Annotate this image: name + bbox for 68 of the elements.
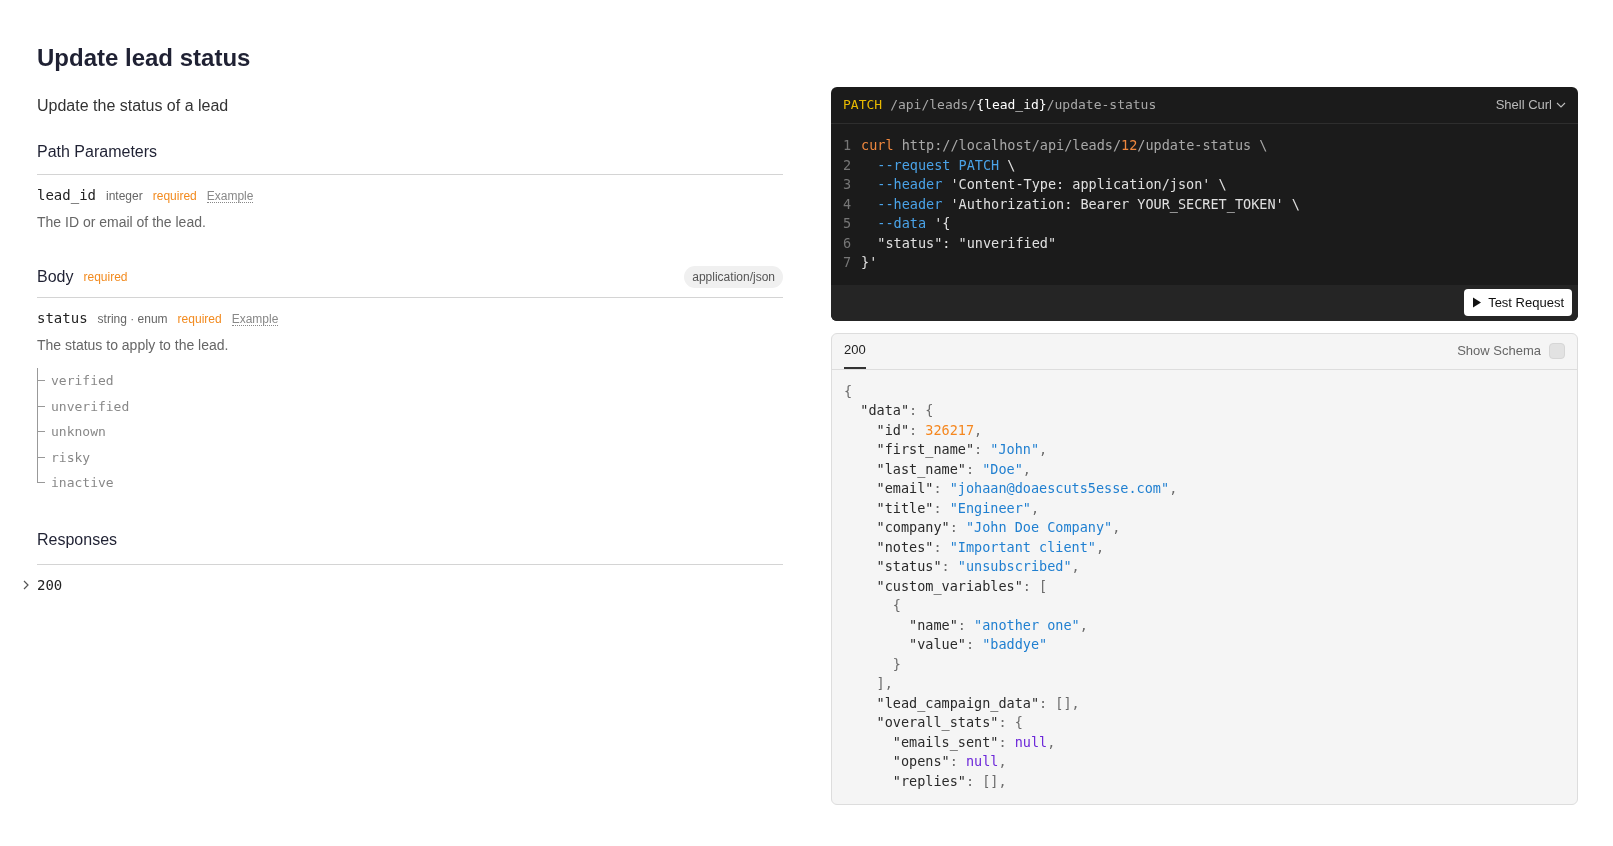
- param-description: The status to apply to the lead.: [37, 336, 230, 355]
- json-line: {: [844, 381, 853, 401]
- section-heading: Body: [37, 267, 74, 287]
- json-line: ],: [875, 674, 893, 693]
- json-line: "company": "John Doe Company",: [875, 518, 1121, 537]
- json-line: "opens": null,: [891, 752, 1007, 771]
- example-link[interactable]: Example: [206, 190, 254, 203]
- section-heading: Responses: [37, 530, 118, 548]
- json-line: }: [891, 654, 901, 674]
- code-line: --header 'Authorization: Bearer YOUR_SECRET_TOKEN' \: [876, 194, 1300, 214]
- json-line: "notes": "Important client",: [875, 537, 1105, 557]
- code-line: "status": "unverified": [876, 233, 1057, 253]
- status-tab[interactable]: 200: [844, 333, 866, 369]
- json-line: "overall_stats": {: [875, 713, 1023, 733]
- json-line: "value": "baddye": [908, 635, 1048, 654]
- param-description: The ID or email of the lead.: [37, 213, 207, 232]
- content-type-badge: application/json: [684, 266, 783, 288]
- code-line: --request PATCH \: [876, 155, 1016, 175]
- http-method: PATCH: [843, 96, 883, 115]
- json-line: "custom_variables": [: [875, 576, 1048, 596]
- required-label: required: [83, 269, 128, 286]
- language-dropdown[interactable]: Shell Curl: [1495, 95, 1566, 115]
- example-link[interactable]: Example: [231, 313, 279, 326]
- chevron-down-icon: [1556, 100, 1566, 110]
- json-line: "replies": [],: [891, 771, 1007, 791]
- json-line: "status": "unsubscribed",: [875, 557, 1080, 576]
- json-line: "id": 326217,: [875, 420, 983, 440]
- json-line: "name": "another one",: [908, 615, 1088, 635]
- json-line: {: [891, 596, 901, 615]
- show-schema-checkbox[interactable]: [1549, 343, 1565, 359]
- line-number: 6: [843, 233, 853, 253]
- json-line: "title": "Engineer",: [875, 498, 1040, 518]
- enum-value: unknown: [51, 423, 106, 441]
- required-label: required: [177, 311, 222, 328]
- line-number: 3: [843, 175, 853, 194]
- page-title: Update lead status: [37, 43, 252, 73]
- enum-value: inactive: [51, 474, 114, 492]
- json-line: "email": "johaan@doaescuts5esse.com",: [875, 479, 1178, 498]
- page-description: Update the status of a lead: [37, 96, 230, 116]
- line-number: 1: [843, 136, 853, 155]
- enum-value: verified: [51, 372, 114, 390]
- param-type: integer: [106, 188, 143, 205]
- endpoint-path: /api/leads/{lead_id}/update-status: [890, 96, 1157, 115]
- line-number: 5: [843, 214, 853, 233]
- line-number: 7: [843, 253, 853, 272]
- play-icon: [1472, 297, 1483, 308]
- code-line: --header 'Content-Type: application/json' \: [876, 175, 1227, 194]
- show-schema-label: Show Schema: [1457, 342, 1541, 361]
- json-line: "data": {: [859, 401, 934, 420]
- enum-value: unverified: [51, 397, 130, 416]
- param-name: status: [37, 309, 88, 328]
- json-line: "last_name": "Doe",: [875, 459, 1031, 479]
- section-heading: Path Parameters: [37, 143, 158, 160]
- json-line: "first_name": "John",: [875, 440, 1048, 460]
- line-number: 4: [843, 194, 853, 214]
- param-name: lead_id: [37, 186, 96, 206]
- line-number: 2: [843, 155, 853, 175]
- json-line: "emails_sent": null,: [891, 732, 1056, 752]
- code-line: }': [861, 253, 878, 272]
- code-line: curl http://localhost/api/leads/12/update-status \: [861, 136, 1268, 155]
- param-type: string · enum: [97, 311, 168, 328]
- response-toggle[interactable]: 200: [21, 574, 63, 596]
- json-line: "lead_campaign_data": [],: [875, 693, 1080, 713]
- enum-value: risky: [51, 448, 91, 467]
- code-line: --data '{: [876, 214, 951, 233]
- chevron-right-icon: [21, 580, 31, 590]
- required-label: required: [152, 188, 197, 205]
- test-request-button[interactable]: Test Request: [1464, 288, 1572, 317]
